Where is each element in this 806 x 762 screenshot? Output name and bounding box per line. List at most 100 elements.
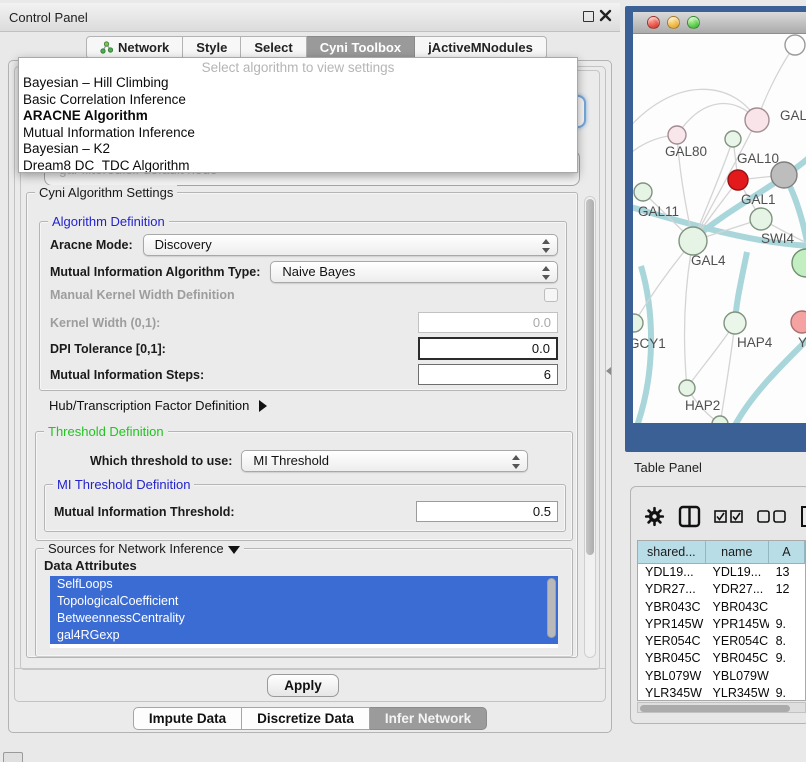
algorithm-option[interactable]: Bayesian – Hill Climbing bbox=[19, 75, 577, 92]
list-scrollbar[interactable] bbox=[547, 578, 556, 638]
which-threshold-label: Which threshold to use: bbox=[90, 454, 232, 468]
zoom-traffic-icon[interactable] bbox=[687, 16, 700, 29]
network-node[interactable] bbox=[679, 227, 707, 255]
table-row[interactable]: YDR27...YDR27...12 bbox=[638, 581, 805, 598]
network-canvas[interactable]: GALGAL80GAL10GAL1GAL11SWI4GAL4GCY1HAP4YH… bbox=[633, 34, 806, 423]
table-hscrollbar[interactable] bbox=[637, 702, 806, 713]
mi-steps-label: Mutual Information Steps: bbox=[50, 368, 204, 382]
bottom-tab-impute-data[interactable]: Impute Data bbox=[133, 707, 242, 730]
gear-icon[interactable] bbox=[644, 506, 665, 532]
table-cell: YPR145W bbox=[706, 616, 769, 633]
table-column-header[interactable]: shared... bbox=[638, 541, 706, 563]
algorithm-option[interactable]: Mutual Information Inference bbox=[19, 125, 577, 142]
hub-definition-label: Hub/Transcription Factor Definition bbox=[49, 398, 249, 413]
network-node[interactable] bbox=[724, 312, 746, 334]
network-node[interactable] bbox=[679, 380, 695, 396]
attribute-item[interactable]: SelfLoops bbox=[50, 576, 558, 593]
table-cell: YLR345W bbox=[638, 685, 706, 701]
table-row[interactable]: YER054CYER054C8. bbox=[638, 633, 805, 650]
node-label: GAL4 bbox=[691, 253, 726, 268]
network-node[interactable] bbox=[725, 131, 741, 147]
algorithm-option[interactable]: ARACNE Algorithm bbox=[19, 108, 577, 125]
hub-definition-toggle[interactable]: Hub/Transcription Factor Definition bbox=[49, 398, 267, 413]
network-node[interactable] bbox=[728, 170, 748, 190]
network-node[interactable] bbox=[750, 208, 772, 230]
settings-scrollbar-thumb[interactable] bbox=[586, 199, 594, 555]
bottom-tab-infer-network[interactable]: Infer Network bbox=[370, 707, 487, 730]
table-row[interactable]: YBR043CYBR043C bbox=[638, 599, 805, 616]
table-row[interactable]: YPR145WYPR145W9. bbox=[638, 616, 805, 633]
network-node[interactable] bbox=[633, 314, 643, 332]
network-node[interactable] bbox=[668, 126, 686, 144]
kernel-width-label: Kernel Width (0,1): bbox=[50, 316, 160, 330]
dpi-tolerance-field[interactable]: 0.0 bbox=[418, 337, 558, 360]
mi-type-combobox[interactable]: Naive Bayes bbox=[270, 261, 558, 283]
network-node[interactable] bbox=[791, 311, 806, 333]
bottom-left-widget[interactable] bbox=[3, 752, 23, 762]
network-node[interactable] bbox=[634, 183, 652, 201]
kernel-width-field[interactable]: 0.0 bbox=[418, 312, 558, 333]
panel-resize-handle[interactable] bbox=[606, 367, 611, 375]
float-window-icon[interactable] bbox=[583, 11, 594, 22]
table-row[interactable]: YBR045CYBR045C9. bbox=[638, 650, 805, 667]
table-row[interactable]: YLR345WYLR345W9. bbox=[638, 685, 805, 701]
table-cell: YBL079W bbox=[638, 668, 706, 685]
minimize-traffic-icon[interactable] bbox=[667, 16, 680, 29]
network-graph: GALGAL80GAL10GAL1GAL11SWI4GAL4GCY1HAP4YH… bbox=[633, 34, 806, 423]
attribute-item[interactable]: BetweennessCentrality bbox=[50, 610, 558, 627]
algorithm-dropdown-popup: Select algorithm to view settings Bayesi… bbox=[18, 57, 578, 173]
checked-pair-icon[interactable] bbox=[714, 510, 744, 528]
document-icon[interactable] bbox=[800, 506, 806, 532]
network-edge[interactable] bbox=[633, 89, 757, 130]
settings-scrollbar[interactable] bbox=[584, 196, 596, 658]
attribute-item[interactable]: gal4RGexp bbox=[50, 627, 558, 644]
tab-network[interactable]: Network bbox=[86, 36, 183, 59]
bottom-tab-discretize-data[interactable]: Discretize Data bbox=[242, 707, 370, 730]
network-node[interactable] bbox=[712, 416, 728, 423]
mi-threshold-legend: MI Threshold Definition bbox=[53, 477, 194, 492]
node-label: Y bbox=[798, 335, 806, 350]
table-cell: YBR045C bbox=[638, 650, 706, 667]
node-label: GAL80 bbox=[665, 144, 707, 159]
attribute-item[interactable]: TopologicalCoefficient bbox=[50, 593, 558, 610]
cyni-algorithm-settings-legend: Cyni Algorithm Settings bbox=[35, 185, 177, 200]
network-edge[interactable] bbox=[720, 323, 735, 423]
data-attributes-list[interactable]: SelfLoopsTopologicalCoefficientBetweenne… bbox=[50, 576, 558, 648]
algorithm-option[interactable]: Dream8 DC_TDC Algorithm bbox=[19, 158, 577, 174]
threshold-definition-group: Threshold Definition Which threshold to … bbox=[35, 431, 573, 541]
network-node[interactable] bbox=[745, 108, 769, 132]
which-threshold-combobox[interactable]: MI Threshold bbox=[241, 450, 528, 472]
mi-steps-field[interactable]: 6 bbox=[418, 364, 558, 385]
split-columns-icon[interactable] bbox=[678, 505, 701, 533]
sources-legend[interactable]: Sources for Network Inference bbox=[44, 541, 244, 556]
algorithm-option[interactable]: Basic Correlation Inference bbox=[19, 92, 577, 109]
mi-type-label: Mutual Information Algorithm Type: bbox=[50, 265, 260, 279]
aracne-mode-combobox[interactable]: Discovery bbox=[143, 234, 558, 256]
mi-threshold-field[interactable]: 0.5 bbox=[416, 501, 558, 522]
close-traffic-icon[interactable] bbox=[647, 16, 660, 29]
table-hscrollbar-thumb[interactable] bbox=[640, 705, 790, 712]
table-row[interactable]: YBL079WYBL079W bbox=[638, 668, 805, 685]
algorithm-option[interactable]: Bayesian – K2 bbox=[19, 141, 577, 158]
table-cell: 9. bbox=[769, 616, 805, 633]
tab-style[interactable]: Style bbox=[183, 36, 241, 59]
bottom-tabbar: Impute DataDiscretize DataInfer Network bbox=[0, 707, 620, 730]
mi-threshold-group: MI Threshold Definition Mutual Informati… bbox=[44, 484, 566, 532]
unchecked-pair-icon[interactable] bbox=[757, 510, 787, 528]
table-row[interactable]: YDL19...YDL19...13 bbox=[638, 564, 805, 581]
table-cell: YDR27... bbox=[706, 581, 769, 598]
node-table[interactable]: shared...nameA YDL19...YDL19...13YDR27..… bbox=[637, 540, 806, 701]
network-window-titlebar[interactable] bbox=[633, 12, 806, 34]
aracne-mode-value: Discovery bbox=[155, 237, 212, 252]
tab-cyni-toolbox[interactable]: Cyni Toolbox bbox=[307, 36, 415, 59]
table-column-header[interactable]: A bbox=[769, 541, 805, 563]
apply-button[interactable]: Apply bbox=[267, 674, 339, 697]
app-root: Control Panel NetworkStyleSelectCyni Too… bbox=[0, 0, 806, 762]
network-node[interactable] bbox=[792, 249, 806, 277]
tab-jactivemnodules[interactable]: jActiveMNodules bbox=[415, 36, 547, 59]
network-node[interactable] bbox=[785, 35, 805, 55]
close-icon[interactable] bbox=[599, 9, 612, 22]
table-column-header[interactable]: name bbox=[706, 541, 769, 563]
tab-select[interactable]: Select bbox=[241, 36, 306, 59]
manual-kernel-checkbox[interactable] bbox=[544, 288, 558, 302]
